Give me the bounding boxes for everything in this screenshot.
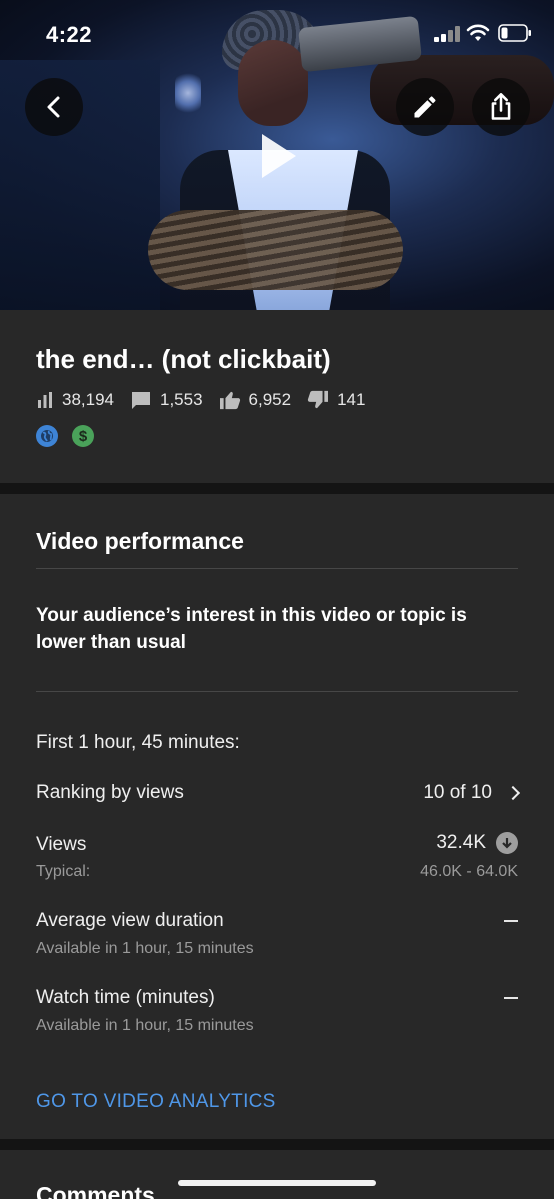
dislikes-count: 141 (337, 390, 366, 409)
dollar-icon: $ (72, 425, 94, 447)
wifi-icon (466, 24, 490, 41)
comments-heading: Comments (36, 1182, 155, 1199)
ranking-value-row[interactable]: 10 of 10 (423, 782, 521, 804)
avg-duration-label: Average view duration (36, 910, 224, 931)
play-icon[interactable] (262, 134, 296, 178)
watch-time-note: Available in 1 hour, 15 minutes (36, 1017, 254, 1034)
views-label: Views (36, 834, 87, 855)
status-badges: $ (36, 425, 108, 447)
cellular-signal-icon (434, 26, 460, 42)
views-value: 32.4K (436, 832, 486, 853)
performance-heading: Video performance (36, 528, 244, 554)
views-count: 38,194 (62, 390, 114, 409)
thumbs-down-icon (307, 390, 329, 409)
battery-icon (498, 24, 531, 42)
pencil-icon (414, 96, 436, 118)
arrow-down-icon (496, 832, 518, 854)
video-info-card: the end… (not clickbait) 38,194 1,553 6,… (0, 310, 554, 483)
thumbnail-lamp (175, 70, 201, 116)
divider (36, 568, 518, 569)
likes-count: 6,952 (248, 390, 292, 409)
typical-label: Typical: (36, 863, 91, 880)
status-time: 4:22 (46, 22, 93, 47)
comment-icon (132, 392, 150, 409)
views-value-row: 32.4K (436, 832, 518, 854)
views-stat: 38,194 (36, 390, 114, 410)
video-stats: 38,194 1,553 6,952 141 (36, 390, 381, 410)
dash-icon (504, 920, 518, 922)
thumbnail-rope (148, 210, 403, 290)
video-performance-card: Video performance Your audience’s intere… (0, 494, 554, 1139)
dislikes-stat: 141 (307, 390, 365, 410)
comments-stat: 1,553 (130, 390, 203, 410)
share-button[interactable] (472, 78, 530, 136)
status-bar: 4:22 (0, 0, 554, 68)
globe-icon (36, 425, 58, 447)
section-gap (0, 1139, 554, 1150)
performance-message: Your audience’s interest in this video o… (36, 605, 467, 653)
chevron-right-icon (505, 785, 521, 801)
ranking-value: 10 of 10 (423, 782, 492, 803)
back-button[interactable] (25, 78, 83, 136)
edit-button[interactable] (396, 78, 454, 136)
divider (36, 691, 518, 692)
section-gap (0, 483, 554, 494)
video-title: the end… (not clickbait) (36, 344, 331, 374)
thumbs-up-icon (219, 391, 240, 410)
ranking-label: Ranking by views (36, 782, 184, 803)
performance-period: First 1 hour, 45 minutes: (36, 732, 240, 753)
back-arrow-icon (47, 96, 60, 118)
go-to-video-analytics-link[interactable]: GO TO VIDEO ANALYTICS (36, 1091, 276, 1113)
watch-time-label: Watch time (minutes) (36, 987, 215, 1008)
avg-duration-note: Available in 1 hour, 15 minutes (36, 940, 254, 957)
home-indicator[interactable] (178, 1180, 376, 1186)
share-icon (491, 93, 511, 120)
likes-stat: 6,952 (219, 390, 292, 410)
bar-chart-icon (38, 392, 52, 408)
typical-range: 46.0K - 64.0K (420, 863, 518, 880)
comments-section: Comments (0, 1150, 554, 1199)
comments-count: 1,553 (160, 390, 203, 409)
dash-icon (504, 997, 518, 999)
